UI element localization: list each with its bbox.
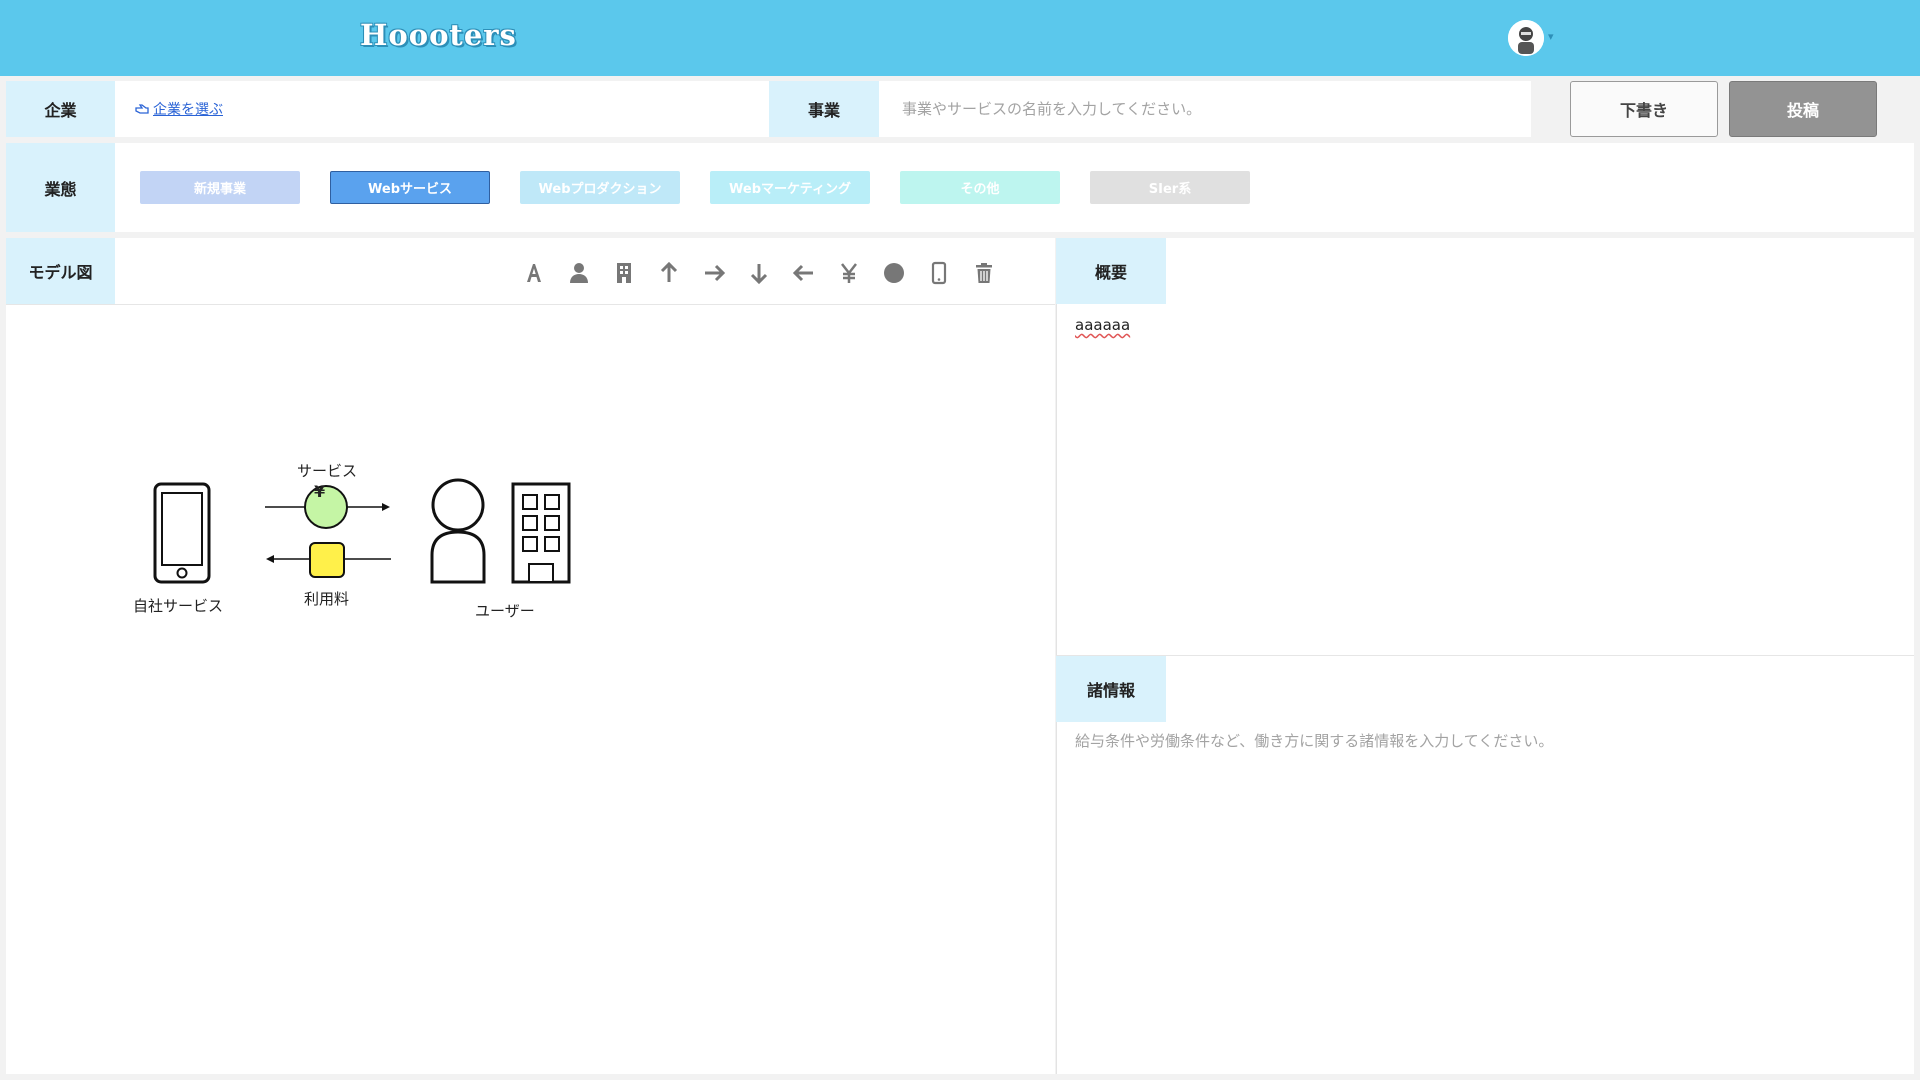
building-tool[interactable] — [609, 258, 639, 288]
info-label: 諸情報 — [1056, 656, 1166, 722]
self-service-label[interactable]: 自社サービス — [133, 595, 223, 616]
arrow-up-tool[interactable] — [654, 258, 684, 288]
business-label: 事業 — [769, 81, 879, 137]
arrow-right-tool[interactable] — [699, 258, 729, 288]
user-avatar[interactable] — [1508, 20, 1544, 56]
yen-icon — [841, 263, 857, 283]
chip-sier[interactable]: SIer系 — [1090, 171, 1250, 204]
fee-flow-arrow[interactable] — [266, 542, 391, 578]
chip-new-business[interactable]: 新規事業 — [140, 171, 300, 204]
info-textarea[interactable] — [1058, 730, 1908, 1060]
company-label: 企業 — [6, 81, 115, 137]
circle-icon — [884, 263, 904, 283]
details-divider — [1056, 655, 1914, 656]
fee-flow-label[interactable]: 利用料 — [304, 588, 349, 609]
avatar-menu-caret-icon[interactable]: ▾ — [1548, 30, 1554, 43]
chip-web-service[interactable]: Webサービス — [330, 171, 490, 204]
top-bar: Hoooters ▾ — [0, 0, 1920, 76]
phone-tool[interactable] — [924, 258, 954, 288]
overview-label: 概要 — [1056, 238, 1166, 304]
post-button[interactable]: 投稿 — [1729, 81, 1877, 137]
building-icon — [617, 263, 631, 283]
arrow-right-icon — [705, 264, 726, 282]
app-logo[interactable]: Hoooters — [360, 18, 517, 52]
choose-company-link[interactable]: 企業を選ぶ — [135, 99, 223, 119]
trash-tool[interactable] — [969, 258, 999, 288]
arrow-down-icon — [750, 264, 768, 285]
arrow-left-icon — [792, 264, 813, 282]
service-flow-label[interactable]: サービス — [297, 460, 357, 481]
chip-other[interactable]: その他 — [900, 171, 1060, 204]
model-label: モデル図 — [6, 238, 115, 304]
yen-symbol: ¥ — [314, 482, 326, 501]
yen-tool[interactable] — [834, 258, 864, 288]
category-label: 業態 — [6, 143, 115, 232]
trash-icon — [976, 263, 992, 283]
overview-text[interactable]: aaaaaa — [1075, 316, 1130, 334]
choose-company-label: 企業を選ぶ — [153, 102, 223, 118]
hand-pointing-icon — [135, 104, 149, 114]
phone-icon — [931, 261, 947, 285]
toolbar-divider — [6, 304, 1055, 305]
chip-web-production[interactable]: Webプロダクション — [520, 171, 680, 204]
person-icon — [570, 263, 588, 283]
arrow-left-tool[interactable] — [789, 258, 819, 288]
user-person-icon[interactable] — [430, 478, 486, 584]
circle-tool[interactable] — [879, 258, 909, 288]
self-service-phone-icon[interactable] — [153, 482, 211, 584]
model-diagram-panel — [6, 238, 1055, 1074]
person-tool[interactable] — [564, 258, 594, 288]
user-building-icon[interactable] — [511, 482, 571, 584]
text-icon — [527, 264, 541, 282]
user-label[interactable]: ユーザー — [475, 600, 535, 621]
text-tool[interactable] — [519, 258, 549, 288]
service-flow-arrow[interactable] — [265, 485, 390, 529]
chip-web-marketing[interactable]: Webマーケティング — [710, 171, 870, 204]
arrow-up-icon — [660, 261, 678, 282]
arrow-down-tool[interactable] — [744, 258, 774, 288]
avatar-icon — [1508, 20, 1544, 56]
draft-button[interactable]: 下書き — [1570, 81, 1718, 137]
business-name-input[interactable] — [880, 81, 1530, 137]
